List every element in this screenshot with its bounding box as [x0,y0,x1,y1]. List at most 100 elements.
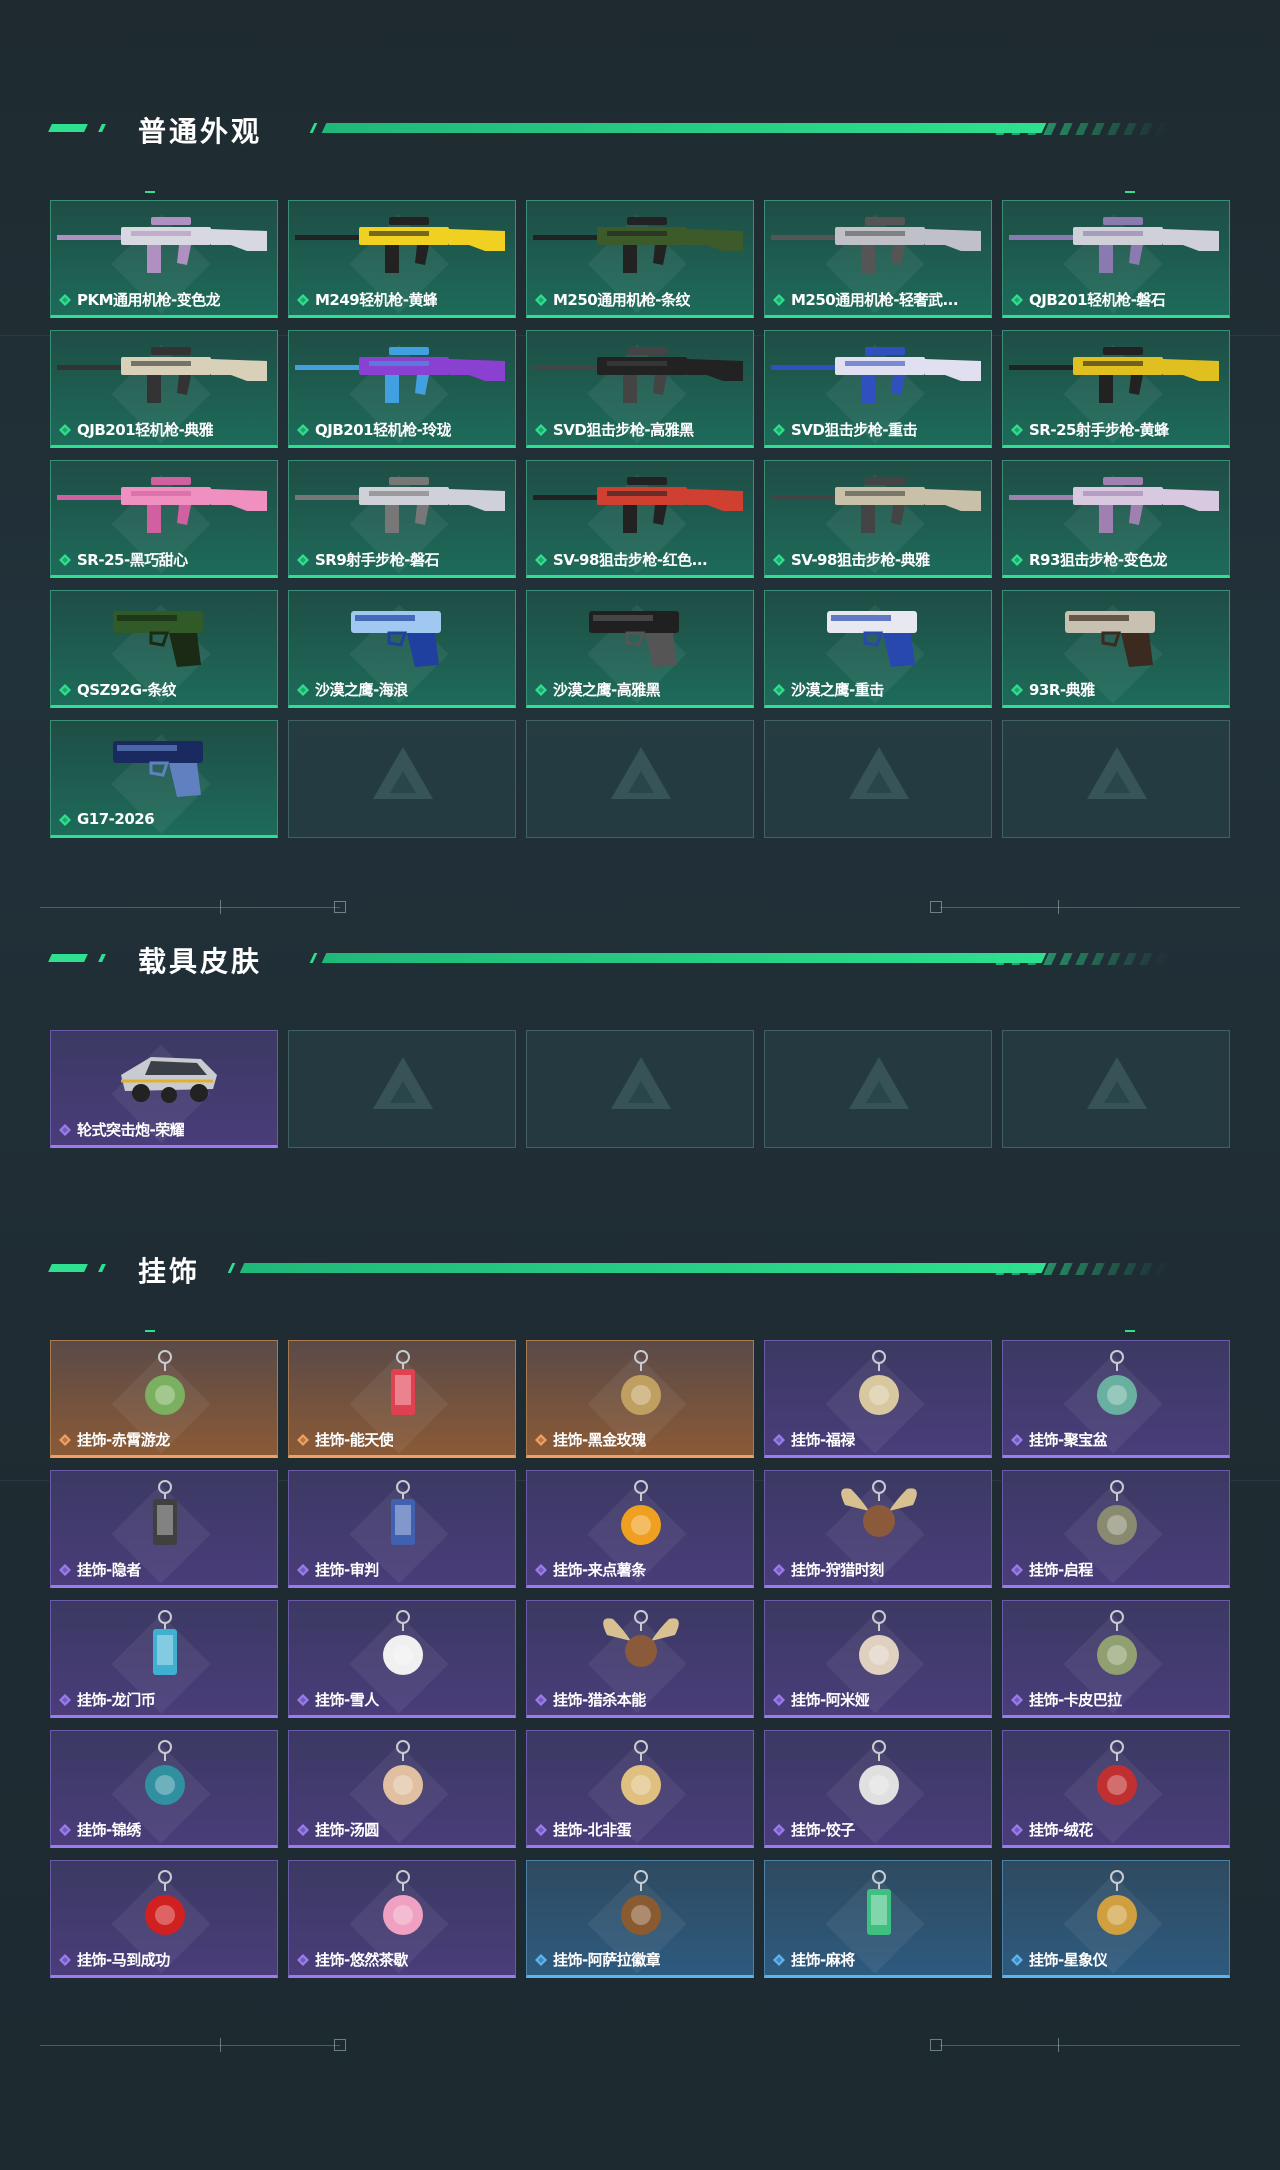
item-name-row: QSZ92G-条纹 [59,679,271,699]
charm-card[interactable]: 挂饰-雪人 [288,1600,516,1718]
charm-card[interactable]: 挂饰-狩猎时刻 [764,1470,992,1588]
weapon-image [1009,217,1219,273]
item-name: 挂饰-麻将 [791,1950,855,1969]
empty-slot [764,1030,992,1148]
weapon-card[interactable]: 沙漠之鹰-重击 [764,590,992,708]
charm-card[interactable]: 挂饰-卡皮巴拉 [1002,1600,1230,1718]
weapon-card[interactable]: SVD狙击步枪-高雅黑 [526,330,754,448]
charm-card[interactable]: 挂饰-北非蛋 [526,1730,754,1848]
charm-card[interactable]: 挂饰-悠然茶歇 [288,1860,516,1978]
weapon-card[interactable]: M250通用机枪-条纹 [526,200,754,318]
weapon-card[interactable]: QSZ92G-条纹 [50,590,278,708]
item-name-row: 挂饰-阿萨拉徽章 [535,1949,747,1969]
item-name-row: 挂饰-汤圆 [297,1819,509,1839]
rarity-diamond-icon [1011,1823,1023,1836]
weapon-card[interactable]: QJB201轻机枪-磐石 [1002,200,1230,318]
item-name: 挂饰-审判 [315,1560,379,1579]
item-name: 沙漠之鹰-海浪 [315,680,408,699]
item-name-row: 轮式突击炮-荣耀 [59,1119,271,1139]
rarity-diamond-icon [535,1953,547,1966]
divider-square [930,901,942,913]
charm-card[interactable]: 挂饰-绒花 [1002,1730,1230,1848]
charm-card[interactable]: 挂饰-福禄 [764,1340,992,1458]
vehicle-card[interactable]: 轮式突击炮-荣耀 [50,1030,278,1148]
rarity-diamond-icon [59,423,71,436]
section-title: 挂饰 [138,1255,201,1288]
item-name: QSZ92G-条纹 [77,680,177,699]
weapon-card[interactable]: M250通用机枪-轻奢武... [764,200,992,318]
empty-slot [526,720,754,838]
item-name-row: 挂饰-黑金玫瑰 [535,1429,747,1449]
header-bar [321,123,1047,133]
item-name-row: QJB201轻机枪-磐石 [1011,289,1223,309]
item-name-row: 挂饰-雪人 [297,1689,509,1709]
charm-image [603,1610,679,1667]
item-name-row: 挂饰-福禄 [773,1429,985,1449]
rarity-diamond-icon [297,553,309,566]
rarity-diamond-icon [535,683,547,696]
item-name-row: PKM通用机枪-变色龙 [59,289,271,309]
charm-card[interactable]: 挂饰-龙门币 [50,1600,278,1718]
weapon-card[interactable]: 沙漠之鹰-高雅黑 [526,590,754,708]
charm-card[interactable]: 挂饰-猎杀本能 [526,1600,754,1718]
charm-card[interactable]: 挂饰-赤霄游龙 [50,1340,278,1458]
weapon-card[interactable]: G17-2026 [50,720,278,838]
item-name-row: 挂饰-隐者 [59,1559,271,1579]
charm-card[interactable]: 挂饰-马到成功 [50,1860,278,1978]
weapon-card[interactable]: M249轻机枪-黄蜂 [288,200,516,318]
charm-image [153,1480,177,1545]
item-name-row: 挂饰-启程 [1011,1559,1223,1579]
divider-square [334,2039,346,2051]
rarity-diamond-icon [773,1433,785,1446]
charm-card[interactable]: 挂饰-阿米娅 [764,1600,992,1718]
weapon-card[interactable]: SR9射手步枪-磐石 [288,460,516,578]
weapon-card[interactable]: SVD狙击步枪-重击 [764,330,992,448]
item-name-row: 挂饰-悠然茶歇 [297,1949,509,1969]
charm-image [621,1870,661,1935]
item-name: 93R-典雅 [1029,680,1095,699]
charm-card[interactable]: 挂饰-黑金玫瑰 [526,1340,754,1458]
weapon-card[interactable]: 93R-典雅 [1002,590,1230,708]
charm-image [859,1610,899,1675]
weapon-card[interactable]: R93狙击步枪-变色龙 [1002,460,1230,578]
charm-card[interactable]: 挂饰-锦绣 [50,1730,278,1848]
weapon-image [827,611,917,667]
charm-card[interactable]: 挂饰-隐者 [50,1470,278,1588]
divider-line [940,2045,1240,2046]
charm-card[interactable]: 挂饰-来点薯条 [526,1470,754,1588]
charm-card[interactable]: 挂饰-汤圆 [288,1730,516,1848]
charm-card[interactable]: 挂饰-能天使 [288,1340,516,1458]
weapon-card[interactable]: SR-25射手步枪-黄蜂 [1002,330,1230,448]
weapon-image [771,217,981,273]
weapon-card[interactable]: SV-98狙击步枪-红色... [526,460,754,578]
rarity-diamond-icon [1011,423,1023,436]
header-dash [48,954,88,962]
charm-card[interactable]: 挂饰-麻将 [764,1860,992,1978]
item-name-row: 挂饰-麻将 [773,1949,985,1969]
charm-card[interactable]: 挂饰-审判 [288,1470,516,1588]
weapon-card[interactable]: PKM通用机枪-变色龙 [50,200,278,318]
weapon-image [295,477,505,533]
rarity-diamond-icon [59,553,71,566]
divider-square [930,2039,942,2051]
charm-card[interactable]: 挂饰-聚宝盆 [1002,1340,1230,1458]
rarity-diamond-icon [59,813,71,826]
item-name: QJB201轻机枪-玲珑 [315,420,452,439]
item-name: 挂饰-龙门币 [77,1690,156,1709]
rarity-diamond-icon [59,1563,71,1576]
weapon-card[interactable]: SV-98狙击步枪-典雅 [764,460,992,578]
item-name: M250通用机枪-条纹 [553,290,690,309]
charm-card[interactable]: 挂饰-阿萨拉徽章 [526,1860,754,1978]
rarity-diamond-icon [535,293,547,306]
charm-card[interactable]: 挂饰-启程 [1002,1470,1230,1588]
weapon-card[interactable]: QJB201轻机枪-玲珑 [288,330,516,448]
charm-card[interactable]: 挂饰-饺子 [764,1730,992,1848]
item-name-row: M249轻机枪-黄蜂 [297,289,509,309]
weapon-card[interactable]: QJB201轻机枪-典雅 [50,330,278,448]
weapon-card[interactable]: SR-25-黑巧甜心 [50,460,278,578]
weapon-card[interactable]: 沙漠之鹰-海浪 [288,590,516,708]
charm-card[interactable]: 挂饰-星象仪 [1002,1860,1230,1978]
item-name-row: R93狙击步枪-变色龙 [1011,549,1223,569]
header-marker [1125,1330,1135,1332]
charm-image [1097,1870,1137,1935]
